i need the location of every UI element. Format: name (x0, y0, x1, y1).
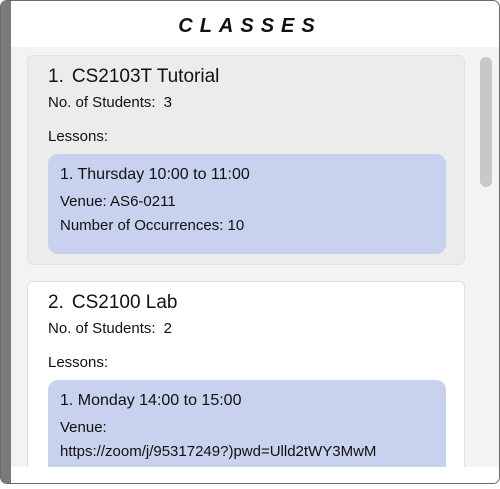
student-count: No. of Students: 3 (48, 94, 172, 111)
class-index: 1. (48, 66, 64, 87)
class-title: 1. CS2103T Tutorial (48, 66, 219, 88)
classes-window: CLASSES 1. CS2103T Tutorial No. of Studen… (0, 0, 500, 484)
class-list[interactable]: 1. CS2103T Tutorial No. of Students: 3 Les… (11, 47, 499, 467)
class-card[interactable]: 2. CS2100 Lab No. of Students: 2 Lessons: … (27, 281, 465, 467)
class-title: 2. CS2100 Lab (48, 292, 178, 314)
class-card[interactable]: 1. CS2103T Tutorial No. of Students: 3 Les… (27, 55, 465, 265)
lesson-venue: Venue: AS6-0211 (60, 193, 176, 210)
scrollbar[interactable] (478, 47, 494, 467)
class-name: CS2103T Tutorial (71, 66, 220, 87)
lesson-card[interactable]: 1. Thursday 10:00 to 11:00 Venue: AS6-02… (48, 154, 446, 254)
students-value: 2 (163, 320, 172, 337)
lesson-occurrences: Number of Occurrences: 10 (60, 217, 245, 234)
student-count: No. of Students: 2 (48, 320, 172, 337)
lesson-venue-url: https://zoom/j/95317249?)pwd=Ulld2tWY3Mw… (60, 443, 377, 460)
lesson-time: 1. Monday 14:00 to 15:00 (60, 392, 242, 409)
lessons-label: Lessons: (48, 354, 109, 371)
class-index: 2. (48, 292, 64, 313)
left-border-strip (1, 1, 11, 483)
bottom-band (11, 467, 499, 483)
students-label: No. of Students: (48, 320, 156, 337)
students-value: 3 (163, 94, 172, 111)
lessons-label: Lessons: (48, 128, 109, 145)
lesson-card[interactable]: 1. Monday 14:00 to 15:00 Venue: https://… (48, 380, 446, 467)
scrollbar-thumb[interactable] (480, 57, 492, 187)
class-name: CS2100 Lab (71, 292, 178, 313)
lesson-time: 1. Thursday 10:00 to 11:00 (60, 166, 250, 183)
panel-title: CLASSES (178, 15, 322, 37)
lesson-venue-label: Venue: (60, 419, 107, 436)
students-label: No. of Students: (48, 94, 156, 111)
